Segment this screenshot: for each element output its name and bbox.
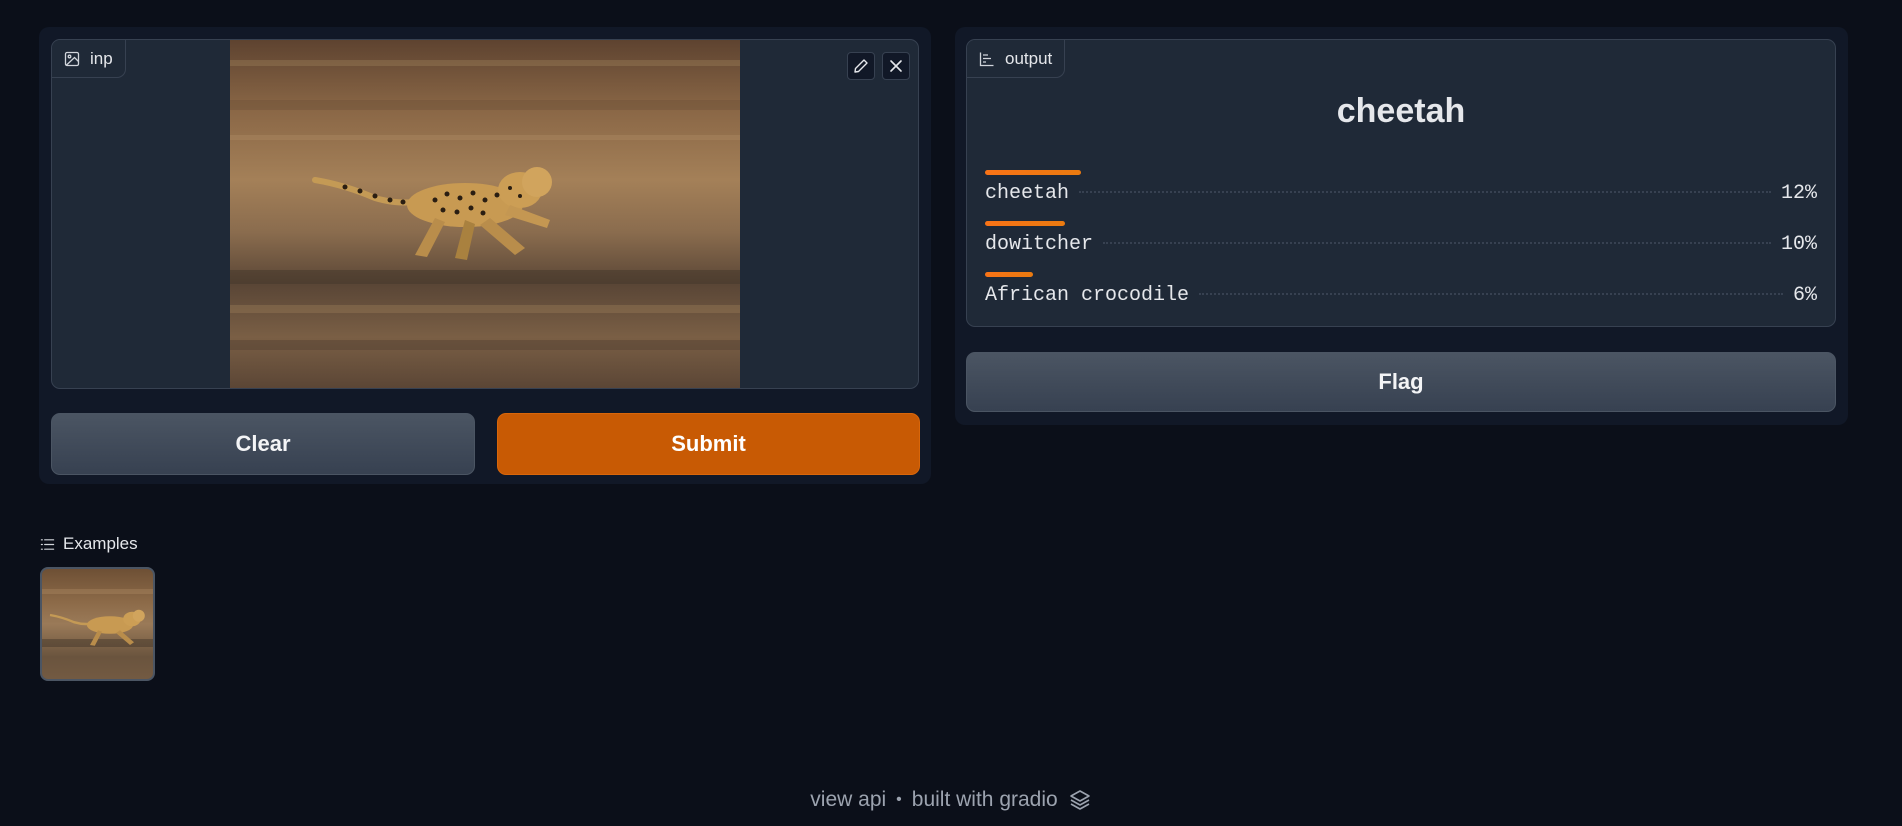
confidence-label: cheetah [985,182,1070,205]
confidence-line: African crocodile 6% [985,284,1817,307]
confidence-label: dowitcher [985,233,1094,256]
confidence-percent: 6% [1792,284,1817,307]
edit-image-button[interactable] [847,52,875,80]
input-image-cheetah [230,40,740,388]
label-output-block: output cheetah cheetah 12% dowitcher 10% Afr… [966,39,1836,327]
built-with-gradio-link[interactable]: built with gradio [912,788,1058,812]
confidence-percent: 10% [1780,233,1817,256]
confidence-dots [1103,242,1771,244]
confidence-label: African crocodile [985,284,1190,307]
gradio-logo-icon [1069,790,1090,810]
list-icon [40,538,55,550]
confidence-dots [1079,191,1771,193]
flag-button[interactable]: Flag [966,352,1836,412]
pencil-icon [854,59,868,73]
examples-header: Examples [40,534,138,554]
footer: view api • built with gradio [0,788,1902,812]
output-label-tag: output [967,40,1066,78]
confidence-percent: 12% [1780,182,1817,205]
confidence-dots [1199,293,1783,295]
clear-image-button[interactable] [882,52,910,80]
clear-button[interactable]: Clear [51,413,475,475]
input-label: inp [90,48,113,68]
image-input-block[interactable]: inp [51,39,919,389]
confidence-row[interactable]: dowitcher 10% [985,221,1817,261]
predicted-label: cheetah [1336,92,1466,130]
confidence-row[interactable]: cheetah 12% [985,170,1817,210]
image-icon [64,51,80,66]
confidence-row[interactable]: African crocodile 6% [985,272,1817,312]
close-icon [890,60,902,72]
bar-chart-icon [979,52,994,66]
confidence-bar [985,272,1033,277]
confidence-line: dowitcher 10% [985,233,1817,256]
input-label-tag: inp [52,40,126,78]
output-label: output [1005,48,1053,68]
confidence-bar [985,170,1081,175]
confidence-bar [985,221,1065,226]
example-thumbnail-cheetah[interactable] [40,567,155,681]
output-panel: output cheetah cheetah 12% dowitcher 10% Afr… [955,27,1848,425]
footer-separator: • [896,791,902,808]
input-panel: inp Clear Submit [39,27,931,484]
view-api-link[interactable]: view api [810,788,886,812]
confidence-line: cheetah 12% [985,182,1817,205]
cheetah-photo [230,40,740,388]
submit-button[interactable]: Submit [497,413,920,475]
cheetah-thumbnail-image [42,589,153,647]
examples-label: Examples [63,534,138,553]
